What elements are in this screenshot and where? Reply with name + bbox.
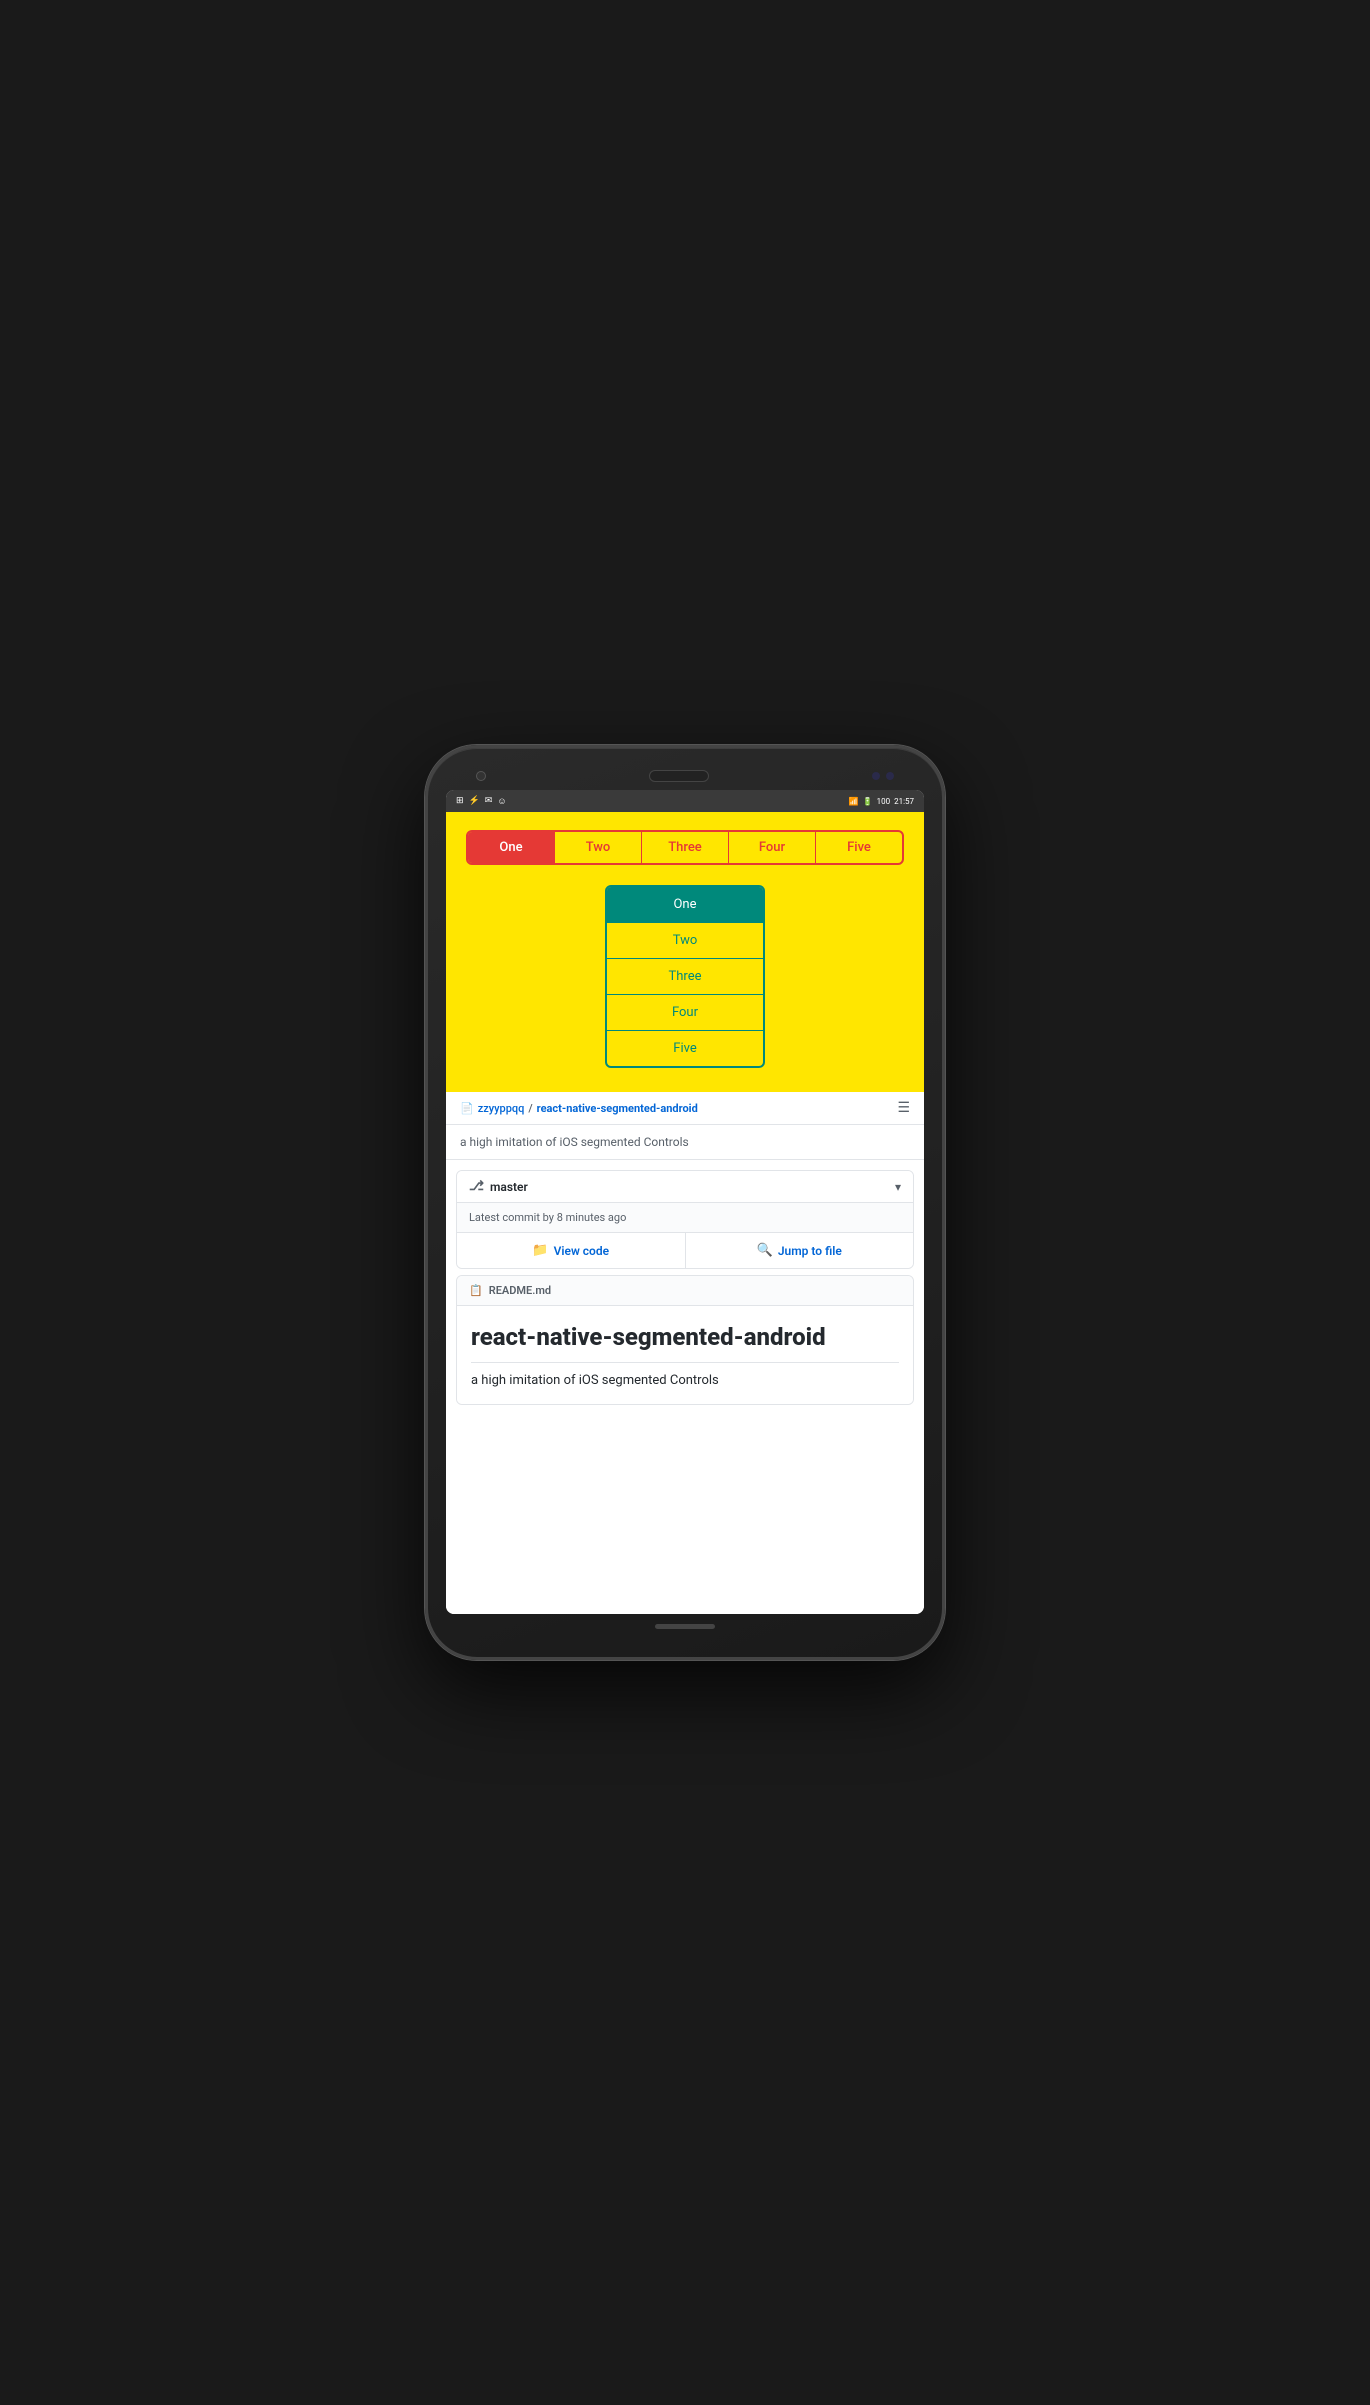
status-bar: ⊞ ⚡ ✉ ☺ 📶 🔋 100 21:57 — [446, 790, 924, 812]
branch-card: ⎇ master ▾ Latest commit by 8 minutes ag… — [456, 1170, 914, 1269]
repo-icon: 📄 — [460, 1102, 474, 1115]
status-left-icons: ⊞ ⚡ ✉ ☺ — [456, 796, 507, 807]
path-separator: / — [528, 1102, 532, 1115]
sensor-dot-1 — [872, 772, 880, 780]
readme-content: react-native-segmented-android a high im… — [457, 1306, 913, 1404]
view-code-label: View code — [554, 1244, 609, 1258]
sensor-area — [872, 772, 894, 780]
search-icon: 🔍 — [757, 1243, 773, 1258]
battery-level: 100 — [877, 797, 891, 806]
jump-to-file-button[interactable]: 🔍 Jump to file — [686, 1233, 914, 1268]
chevron-down-icon: ▾ — [895, 1180, 901, 1194]
repo-name[interactable]: react-native-segmented-android — [537, 1102, 698, 1115]
message-icon: ✉ — [485, 796, 493, 806]
commit-info: Latest commit by 8 minutes ago — [457, 1203, 913, 1233]
readme-header: 📋 README.md — [457, 1276, 913, 1306]
description-text: a high imitation of iOS segmented Contro… — [460, 1135, 689, 1149]
seg-btn-three[interactable]: Three — [642, 832, 729, 863]
segmented-control-vertical: One Two Three Four Five — [605, 885, 765, 1068]
seg-btn-two[interactable]: Two — [555, 832, 642, 863]
repo-header: 📄 zzyyppqq / react-native-segmented-andr… — [446, 1092, 924, 1125]
github-section: 📄 zzyyppqq / react-native-segmented-andr… — [446, 1092, 924, 1614]
status-right-info: 📶 🔋 100 21:57 — [849, 797, 914, 806]
segmented-control-horizontal: One Two Three Four Five — [466, 830, 904, 865]
clock: 21:57 — [894, 797, 914, 806]
repo-owner[interactable]: zzyyppqq — [478, 1102, 525, 1115]
phone-top-bar — [446, 766, 924, 786]
app-area: One Two Three Four Five One Two Three Fo… — [446, 812, 924, 1092]
hamburger-icon[interactable]: ☰ — [897, 1100, 910, 1116]
branch-icon: ⎇ — [469, 1179, 484, 1194]
branch-name: master — [490, 1180, 528, 1194]
readme-filename: README.md — [489, 1284, 551, 1297]
repo-path[interactable]: 📄 zzyyppqq / react-native-segmented-andr… — [460, 1102, 698, 1115]
camera-dot — [476, 771, 486, 781]
commit-text: Latest commit by 8 minutes ago — [469, 1211, 626, 1224]
readme-divider — [471, 1362, 899, 1363]
battery-icon: 🔋 — [863, 797, 873, 806]
seg-btn-one[interactable]: One — [468, 832, 555, 863]
folder-icon: 📁 — [532, 1243, 548, 1258]
seg-btn-five[interactable]: Five — [816, 832, 902, 863]
phone-home-indicator[interactable] — [655, 1624, 715, 1629]
sensor-dot-2 — [886, 772, 894, 780]
phone-screen: ⊞ ⚡ ✉ ☺ 📶 🔋 100 21:57 One Two Three Four… — [446, 790, 924, 1614]
branch-left: ⎇ master — [469, 1179, 528, 1194]
phone-device: ⊞ ⚡ ✉ ☺ 📶 🔋 100 21:57 One Two Three Four… — [425, 745, 945, 1660]
seg-list-item-five[interactable]: Five — [607, 1031, 763, 1066]
action-buttons: 📁 View code 🔍 Jump to file — [457, 1233, 913, 1268]
repo-description: a high imitation of iOS segmented Contro… — [446, 1125, 924, 1160]
emoji-icon: ☺ — [497, 796, 506, 807]
branch-selector[interactable]: ⎇ master ▾ — [457, 1171, 913, 1203]
grid-icon: ⊞ — [456, 796, 464, 806]
view-code-button[interactable]: 📁 View code — [457, 1233, 686, 1268]
seg-list-item-four[interactable]: Four — [607, 995, 763, 1031]
wifi-icon: 📶 — [849, 797, 859, 806]
seg-btn-four[interactable]: Four — [729, 832, 816, 863]
readme-card: 📋 README.md react-native-segmented-andro… — [456, 1275, 914, 1405]
speaker-grille — [649, 770, 709, 782]
readme-description: a high imitation of iOS segmented Contro… — [471, 1373, 899, 1388]
seg-list-item-two[interactable]: Two — [607, 923, 763, 959]
readme-icon: 📋 — [469, 1284, 483, 1297]
seg-list-item-three[interactable]: Three — [607, 959, 763, 995]
readme-title: react-native-segmented-android — [471, 1322, 899, 1352]
jump-to-file-label: Jump to file — [778, 1244, 842, 1258]
seg-list-item-one[interactable]: One — [607, 887, 763, 923]
usb-icon: ⚡ — [469, 796, 480, 806]
